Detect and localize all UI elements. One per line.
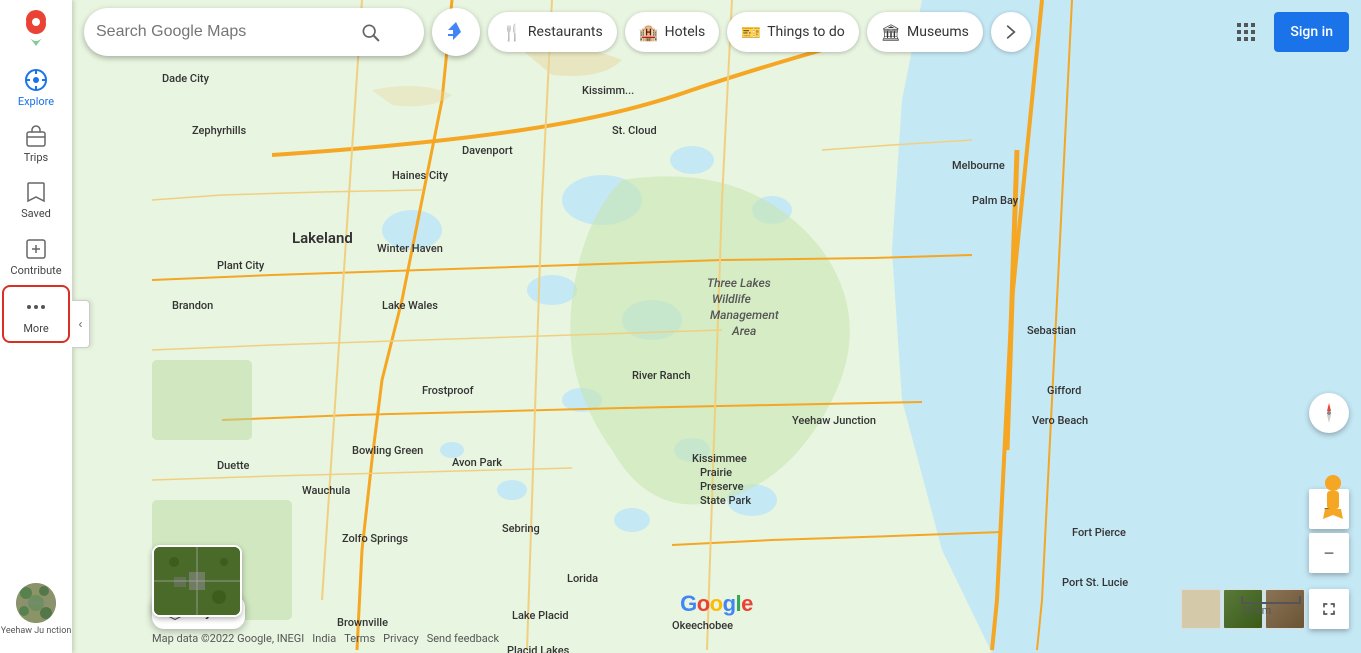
- google-logo: Google: [680, 591, 753, 617]
- more-icon: [24, 295, 48, 319]
- thumbnail-image: [154, 547, 240, 615]
- location-label: Yeehaw Ju nction: [1, 626, 72, 637]
- scale-label: 20 km: [1241, 604, 1271, 617]
- sidebar: Explore Trips Saved Con: [0, 0, 72, 653]
- map-data-text: Map data ©2022 Google, INEGI: [152, 632, 304, 645]
- contribute-icon: [24, 237, 48, 261]
- trips-icon: [24, 124, 48, 148]
- hotels-icon: 🏨: [639, 23, 659, 42]
- museums-icon: 🏛: [881, 23, 901, 42]
- sidebar-item-saved[interactable]: Saved: [2, 172, 70, 226]
- sidebar-item-contribute[interactable]: Contribute: [2, 229, 70, 283]
- contribute-label: Contribute: [10, 264, 61, 277]
- terms-link[interactable]: Terms: [344, 632, 375, 645]
- category-pills: 🍴 Restaurants 🏨 Hotels 🎫 Things to do 🏛 …: [488, 12, 1218, 52]
- things-to-do-label: Things to do: [767, 24, 845, 40]
- sidebar-item-trips[interactable]: Trips: [2, 116, 70, 170]
- india-link[interactable]: India: [312, 632, 336, 645]
- search-input[interactable]: [96, 23, 356, 41]
- saved-icon: [24, 180, 48, 204]
- restaurants-pill[interactable]: 🍴 Restaurants: [488, 12, 617, 52]
- sign-in-button[interactable]: Sign in: [1274, 12, 1349, 52]
- terrain-button[interactable]: [1181, 589, 1221, 629]
- privacy-link[interactable]: Privacy: [383, 632, 419, 645]
- zoom-out-button[interactable]: −: [1309, 533, 1349, 573]
- street-view-person-button[interactable]: [1317, 467, 1349, 523]
- sidebar-item-more[interactable]: More: [2, 285, 70, 343]
- museums-label: Museums: [907, 24, 969, 40]
- avatar-image: [16, 583, 56, 623]
- sidebar-item-explore[interactable]: Explore: [2, 60, 70, 114]
- send-feedback-link[interactable]: Send feedback: [427, 632, 499, 645]
- trips-label: Trips: [24, 151, 48, 164]
- compass-button[interactable]: [1309, 393, 1349, 433]
- expand-map-button[interactable]: [1309, 589, 1349, 629]
- collapse-sidebar-button[interactable]: ‹: [72, 300, 90, 348]
- directions-button[interactable]: [432, 8, 480, 56]
- things-to-do-pill[interactable]: 🎫 Things to do: [727, 12, 858, 52]
- museums-pill[interactable]: 🏛 Museums: [867, 12, 983, 52]
- explore-label: Explore: [18, 95, 54, 108]
- things-to-do-icon: 🎫: [741, 23, 761, 42]
- more-label: More: [23, 322, 48, 335]
- hotels-label: Hotels: [665, 24, 706, 40]
- attribution: Map data ©2022 Google, INEGI India Terms…: [152, 632, 499, 645]
- more-categories-button[interactable]: [991, 12, 1031, 52]
- map: Dade CityZephyrhillsLakelandPlant CityBr…: [72, 0, 1361, 653]
- restaurants-icon: 🍴: [502, 23, 522, 42]
- search-box[interactable]: [84, 8, 424, 56]
- search-button[interactable]: [356, 18, 384, 46]
- hotels-pill[interactable]: 🏨 Hotels: [625, 12, 720, 52]
- topbar: 🍴 Restaurants 🏨 Hotels 🎫 Things to do 🏛 …: [72, 0, 1361, 64]
- map-thumbnail[interactable]: [152, 545, 242, 617]
- explore-icon: [24, 68, 48, 92]
- saved-label: Saved: [21, 207, 51, 220]
- user-avatar[interactable]: Yeehaw Ju nction: [1, 583, 72, 637]
- google-maps-logo[interactable]: [16, 8, 56, 48]
- google-apps-button[interactable]: [1226, 12, 1266, 52]
- restaurants-label: Restaurants: [528, 24, 603, 40]
- scale-bar: 20 km: [1241, 596, 1301, 617]
